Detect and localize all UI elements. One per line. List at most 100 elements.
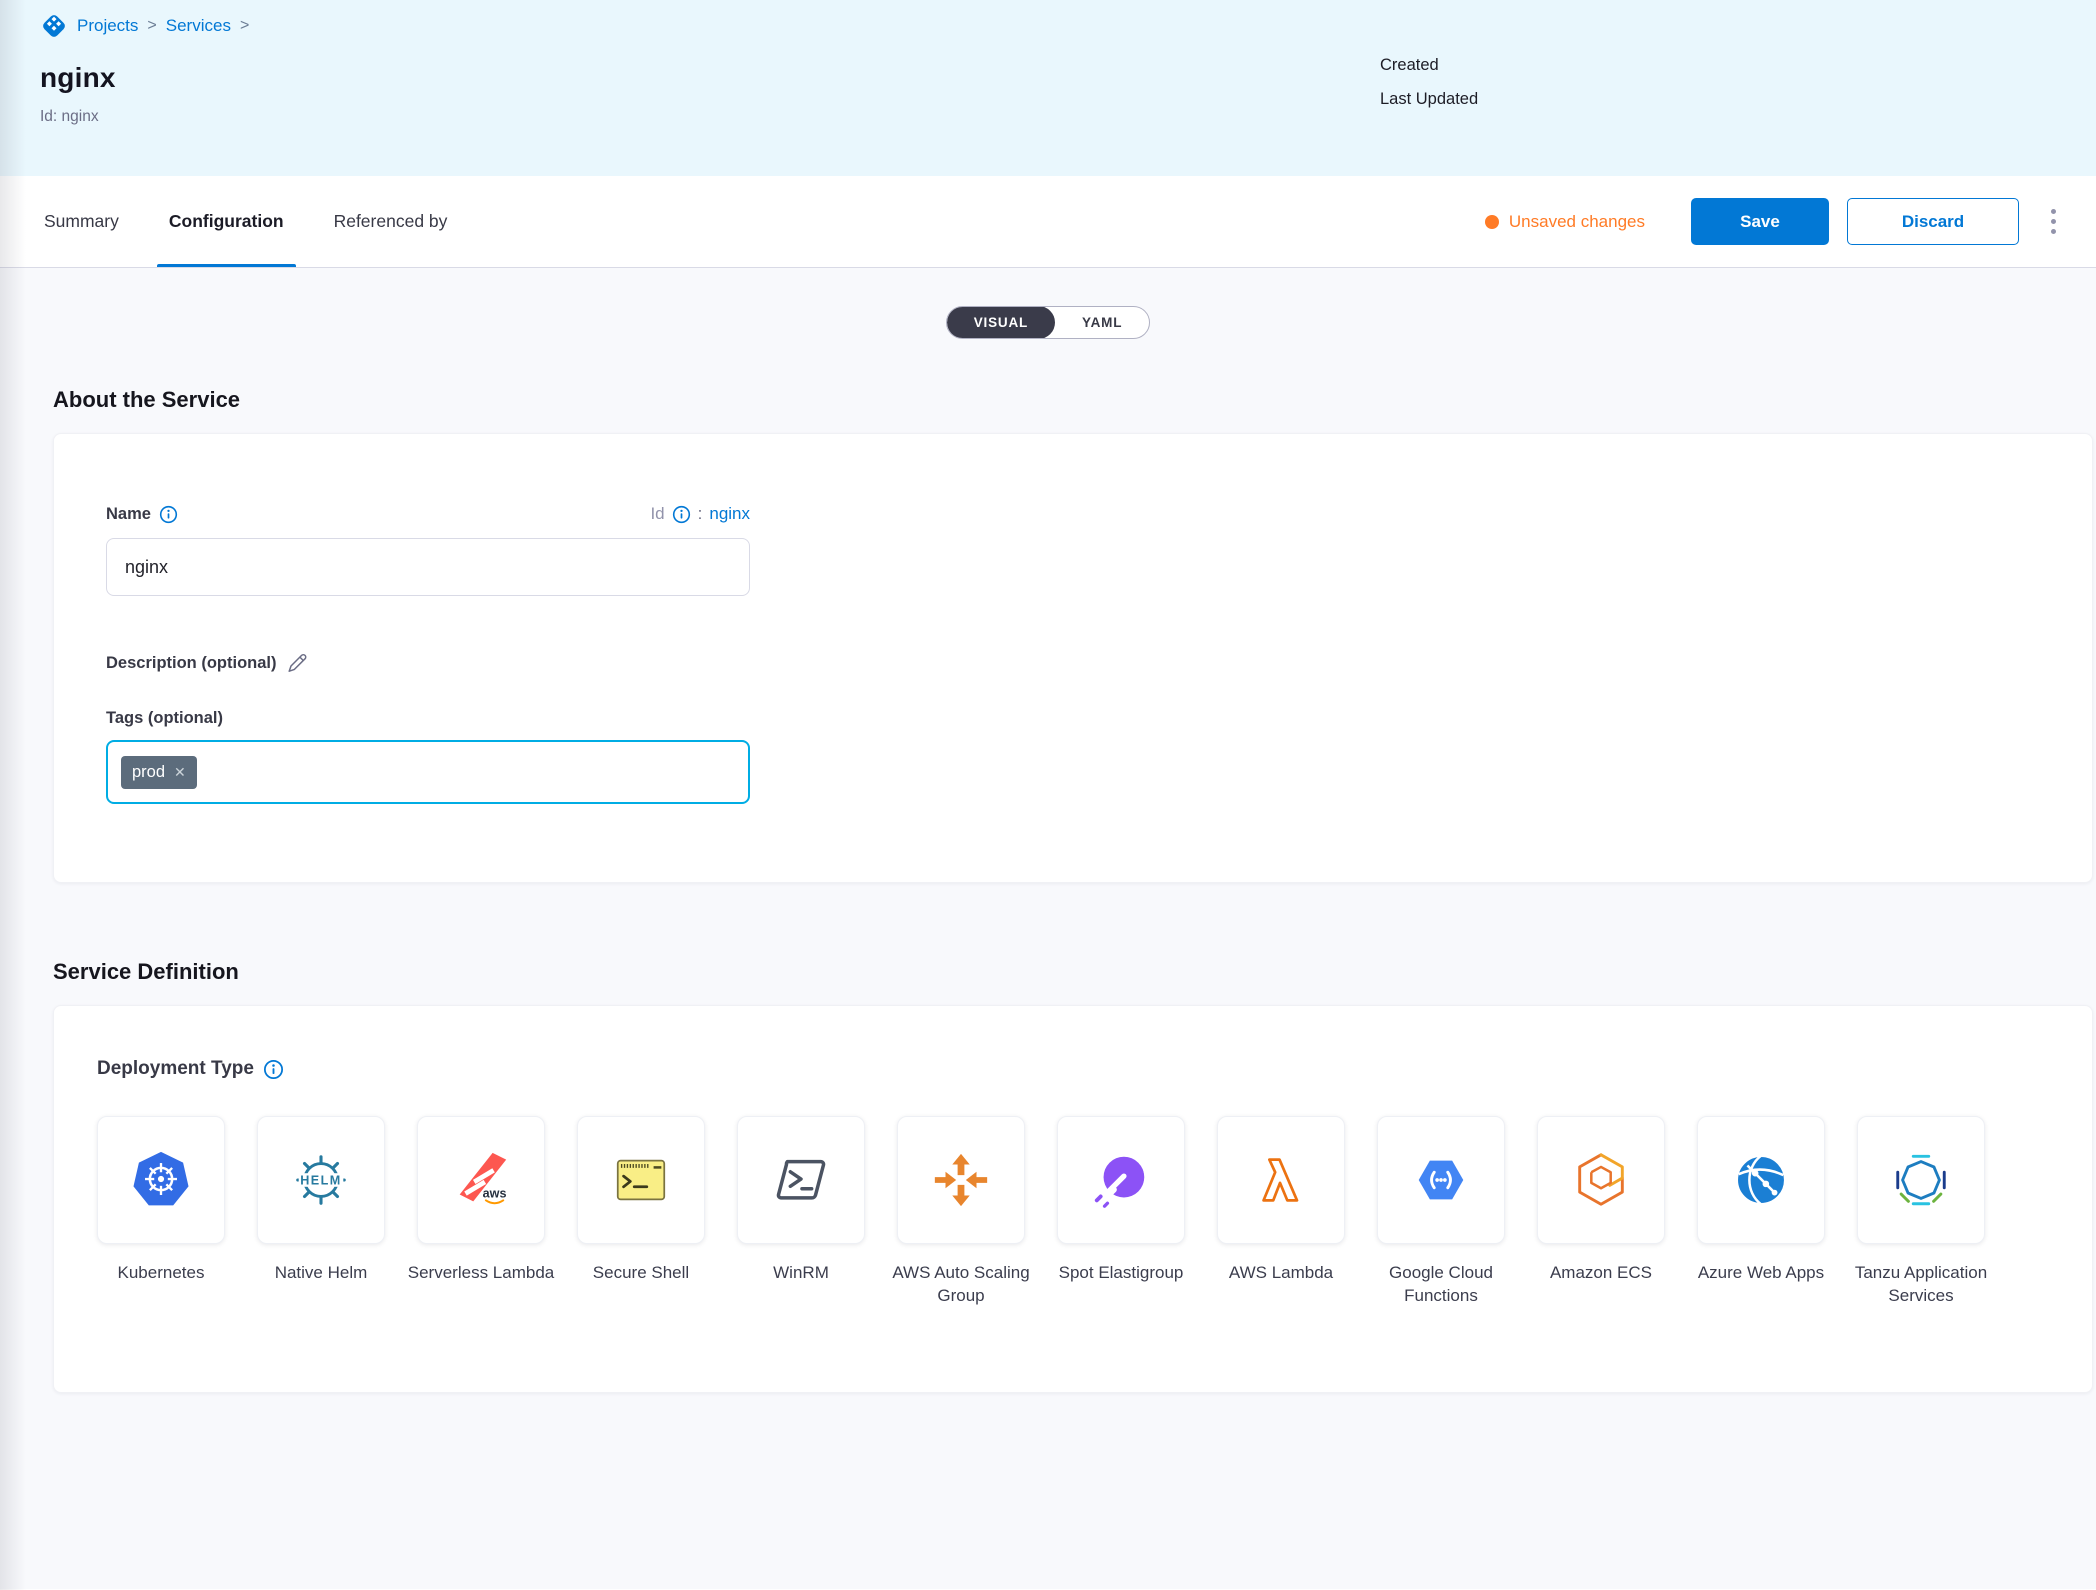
native-helm-tile[interactable]: HELM — [257, 1116, 385, 1244]
tile-label: Kubernetes — [82, 1262, 240, 1285]
kubernetes-tile[interactable] — [97, 1116, 225, 1244]
deployment-type-spot-elastigroup[interactable]: Spot Elastigroup — [1057, 1116, 1185, 1308]
spot-icon — [1090, 1149, 1152, 1211]
id-colon: : — [698, 504, 703, 524]
configuration-content: VISUAL YAML About the Service Name Id — [0, 268, 2096, 1589]
tag-chip-prod: prod ✕ — [121, 756, 197, 789]
discard-button[interactable]: Discard — [1847, 198, 2019, 245]
save-button[interactable]: Save — [1691, 198, 1829, 245]
tile-label: Spot Elastigroup — [1042, 1262, 1200, 1285]
tab-summary[interactable]: Summary — [40, 176, 123, 267]
tile-label: Tanzu Application Services — [1842, 1262, 2000, 1308]
name-label-text: Name — [106, 505, 151, 524]
helm-icon: HELM — [290, 1149, 352, 1211]
description-label-text: Description (optional) — [106, 654, 277, 673]
tab-configuration[interactable]: Configuration — [165, 176, 288, 267]
toggle-yaml[interactable]: YAML — [1055, 306, 1149, 339]
unsaved-changes-label: Unsaved changes — [1509, 212, 1645, 232]
about-service-card: Name Id : nginx — [53, 433, 2093, 883]
tile-label: Native Helm — [242, 1262, 400, 1285]
page-title: nginx — [40, 62, 2056, 94]
amazon-ecs-tile[interactable] — [1537, 1116, 1665, 1244]
aws-lambda-icon — [1250, 1149, 1312, 1211]
deployment-type-label: Deployment Type — [97, 1058, 2049, 1080]
deployment-type-amazon-ecs[interactable]: Amazon ECS — [1537, 1116, 1665, 1308]
tanzu-icon — [1890, 1149, 1952, 1211]
about-service-heading: About the Service — [53, 387, 2096, 413]
created-label: Created — [1380, 56, 1478, 75]
breadcrumb-link-services[interactable]: Services — [166, 16, 231, 36]
amazon-ecs-icon — [1570, 1149, 1632, 1211]
deployment-type-kubernetes[interactable]: Kubernetes — [97, 1116, 225, 1308]
service-id-text: Id: nginx — [40, 108, 2056, 126]
info-icon[interactable] — [672, 505, 691, 524]
projects-grid-icon — [40, 12, 68, 40]
last-updated-label: Last Updated — [1380, 90, 1478, 109]
deployment-type-tiles: Kubernetes — [97, 1116, 2049, 1308]
deployment-type-tanzu-application-services[interactable]: Tanzu Application Services — [1857, 1116, 1985, 1308]
breadcrumb-separator: > — [147, 17, 156, 35]
breadcrumb-separator: > — [240, 17, 249, 35]
serverless-lambda-icon: aws — [450, 1149, 512, 1211]
deployment-type-google-cloud-functions[interactable]: Google Cloud Functions — [1377, 1116, 1505, 1308]
winrm-tile[interactable] — [737, 1116, 865, 1244]
tanzu-tile[interactable] — [1857, 1116, 1985, 1244]
deployment-type-secure-shell[interactable]: Secure Shell — [577, 1116, 705, 1308]
deployment-type-winrm[interactable]: WinRM — [737, 1116, 865, 1308]
toggle-visual[interactable]: VISUAL — [947, 306, 1055, 339]
tab-bar: Summary Configuration Referenced by Unsa… — [0, 176, 2096, 268]
deployment-type-label-text: Deployment Type — [97, 1058, 254, 1080]
more-options-kebab-icon[interactable] — [2041, 201, 2066, 242]
gcp-functions-tile[interactable] — [1377, 1116, 1505, 1244]
service-name-input[interactable] — [106, 538, 750, 596]
tab-actions: Unsaved changes Save Discard — [1485, 176, 2066, 267]
header-meta: Created Last Updated — [1380, 56, 1478, 109]
service-definition-heading: Service Definition — [53, 959, 2096, 985]
deployment-type-serverless-lambda[interactable]: aws Serverless Lambda — [417, 1116, 545, 1308]
info-icon[interactable] — [159, 505, 178, 524]
aws-asg-icon — [930, 1149, 992, 1211]
powershell-icon — [770, 1149, 832, 1211]
tile-label: WinRM — [722, 1262, 880, 1285]
deployment-type-aws-auto-scaling-group[interactable]: AWS Auto Scaling Group — [897, 1116, 1025, 1308]
tags-input[interactable]: prod ✕ — [106, 740, 750, 804]
id-value[interactable]: nginx — [709, 504, 750, 524]
visual-yaml-toggle: VISUAL YAML — [946, 306, 1151, 339]
info-icon[interactable] — [263, 1059, 284, 1080]
entity-id-group: Id : nginx — [650, 504, 750, 524]
tags-label-text: Tags (optional) — [106, 709, 223, 728]
svg-text:aws: aws — [483, 1186, 507, 1200]
aws-asg-tile[interactable] — [897, 1116, 1025, 1244]
deployment-type-aws-lambda[interactable]: AWS Lambda — [1217, 1116, 1345, 1308]
service-definition-card: Deployment Type — [53, 1005, 2093, 1393]
tabs: Summary Configuration Referenced by — [40, 176, 451, 267]
secure-shell-tile[interactable] — [577, 1116, 705, 1244]
tile-label: AWS Auto Scaling Group — [882, 1262, 1040, 1308]
tile-label: Google Cloud Functions — [1362, 1262, 1520, 1308]
aws-lambda-tile[interactable] — [1217, 1116, 1345, 1244]
breadcrumb: Projects > Services > — [40, 12, 2056, 40]
tag-chip-label: prod — [132, 763, 165, 782]
deployment-type-azure-web-apps[interactable]: Azure Web Apps — [1697, 1116, 1825, 1308]
tile-label: Azure Web Apps — [1682, 1262, 1840, 1285]
tag-remove-icon[interactable]: ✕ — [174, 765, 186, 779]
edit-pencil-icon[interactable] — [285, 652, 308, 675]
azure-web-apps-tile[interactable] — [1697, 1116, 1825, 1244]
gcp-functions-icon — [1410, 1149, 1472, 1211]
view-toggle-row: VISUAL YAML — [0, 268, 2096, 339]
azure-web-apps-icon — [1730, 1149, 1792, 1211]
unsaved-dot-icon — [1485, 215, 1499, 229]
breadcrumb-link-projects[interactable]: Projects — [77, 16, 138, 36]
spot-elastigroup-tile[interactable] — [1057, 1116, 1185, 1244]
service-configuration-page: Projects > Services > nginx Id: nginx Cr… — [0, 0, 2096, 1590]
name-label: Name — [106, 505, 178, 524]
deployment-type-native-helm[interactable]: HELM Native Helm — [257, 1116, 385, 1308]
serverless-lambda-tile[interactable]: aws — [417, 1116, 545, 1244]
tags-label: Tags (optional) — [106, 709, 2040, 728]
name-id-row: Name Id : nginx — [106, 504, 750, 524]
page-header: Projects > Services > nginx Id: nginx Cr… — [0, 0, 2096, 176]
svg-text:HELM: HELM — [300, 1173, 341, 1187]
kubernetes-icon — [130, 1149, 192, 1211]
tab-referenced-by[interactable]: Referenced by — [330, 176, 452, 267]
tile-label: Amazon ECS — [1522, 1262, 1680, 1285]
